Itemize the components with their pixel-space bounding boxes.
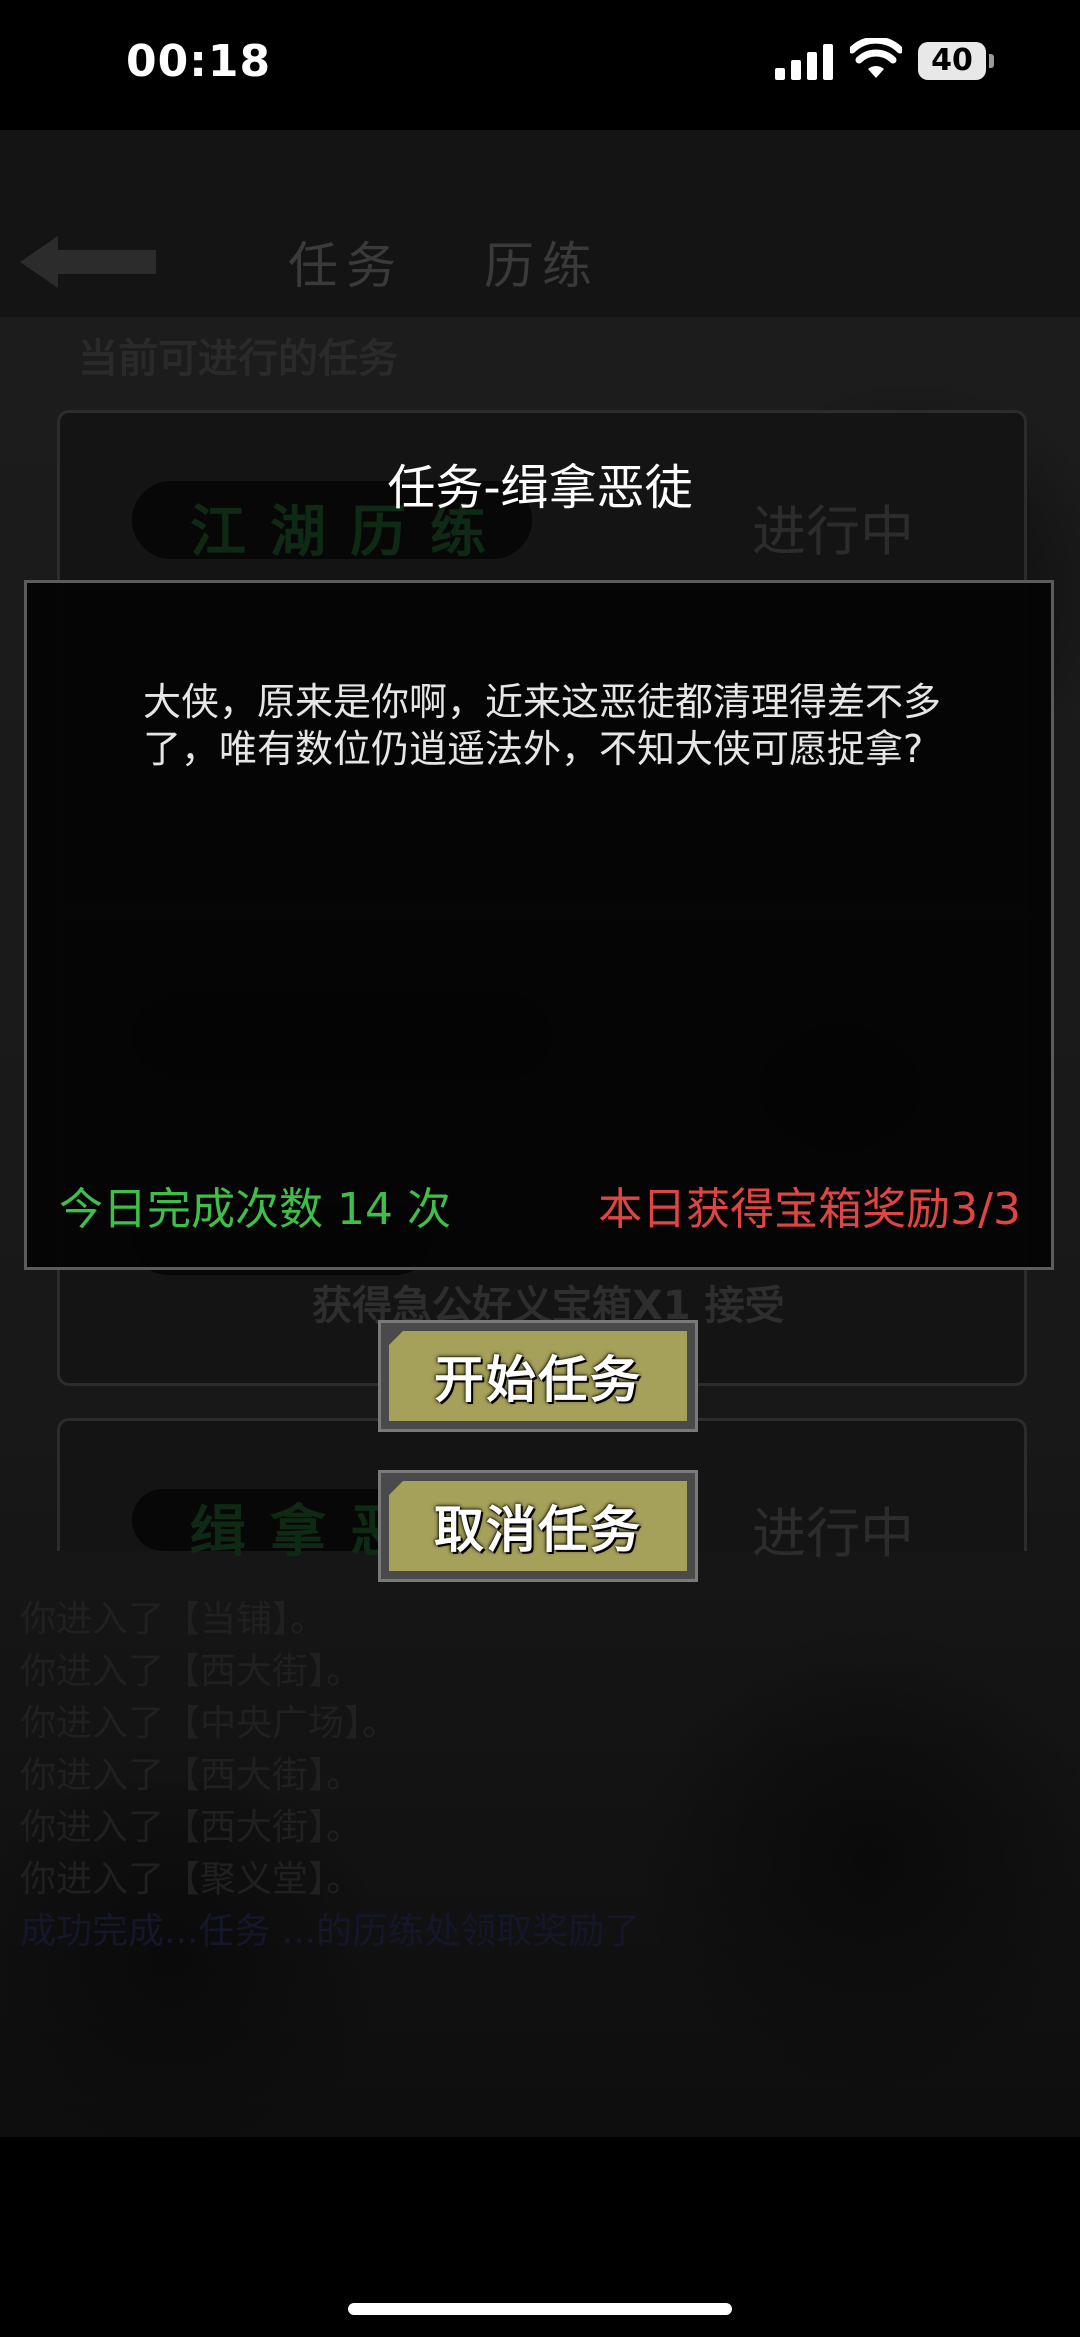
log-line: 你进入了【当铺】。 (20, 1599, 327, 1640)
cancel-task-button[interactable]: 取消任务 (378, 1470, 698, 1582)
status-time: 00:18 (126, 36, 272, 87)
modal-title: 任务-缉拿恶徒 (387, 460, 693, 516)
message-log: 你进入了【当铺】。 你进入了【西大街】。 你进入了【中央广场】。 你进入了【西大… (0, 1590, 1080, 2120)
battery-level: 40 (918, 42, 986, 80)
log-line: 你进入了【西大街】。 (20, 1755, 363, 1796)
completed-count: 今日完成次数 14 次 (59, 1184, 451, 1235)
start-task-label: 开始任务 (389, 1331, 687, 1421)
wifi-icon (850, 38, 902, 78)
task-dialog: 大侠，原来是你啊，近来这恶徒都清理得差不多了，唯有数位仍逍遥法外，不知大侠可愿捉… (24, 580, 1054, 1270)
back-arrow-icon[interactable] (18, 232, 158, 292)
log-line: 你进入了【西大街】。 (20, 1807, 363, 1848)
chest-reward-progress: 本日获得宝箱奖励3/3 (598, 1184, 1021, 1235)
log-line: 成功完成...任务 ...的历练处领取奖励了 (20, 1911, 641, 1952)
start-task-button[interactable]: 开始任务 (378, 1320, 698, 1432)
battery-icon: 40 (918, 42, 994, 80)
log-line: 你进入了【西大街】。 (20, 1651, 363, 1692)
tab-training[interactable]: 历练 (484, 226, 600, 298)
task-card-status: 进行中 (752, 1502, 914, 1565)
signal-icon (775, 44, 835, 80)
log-line: 你进入了【聚义堂】。 (20, 1859, 363, 1900)
cancel-task-label: 取消任务 (389, 1481, 687, 1571)
log-line: 你进入了【中央广场】。 (20, 1703, 399, 1744)
tab-tasks[interactable]: 任务 (288, 226, 404, 298)
home-indicator[interactable] (348, 2303, 732, 2315)
dialog-message: 大侠，原来是你啊，近来这恶徒都清理得差不多了，唯有数位仍逍遥法外，不知大侠可愿捉… (143, 680, 942, 771)
section-title: 当前可进行的任务 (78, 336, 398, 382)
status-bar: 00:18 40 (0, 0, 1080, 130)
